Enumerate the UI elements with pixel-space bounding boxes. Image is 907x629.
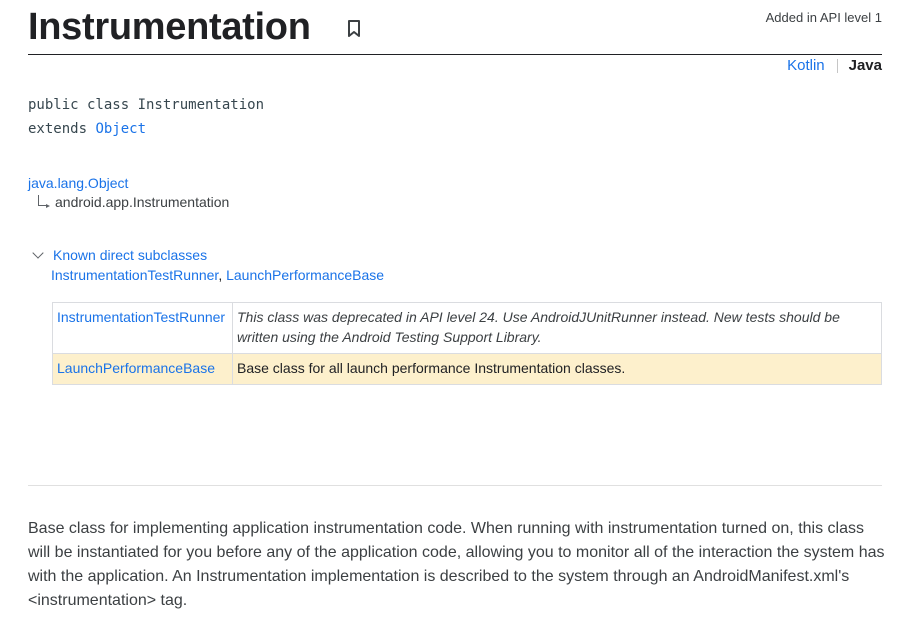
chevron-down-icon bbox=[32, 247, 44, 259]
table-row: LaunchPerformanceBase Base class for all… bbox=[52, 353, 882, 385]
tab-kotlin[interactable]: Kotlin bbox=[787, 57, 825, 74]
object-link[interactable]: Object bbox=[95, 121, 146, 137]
tab-java[interactable]: Java bbox=[849, 57, 882, 74]
hierarchy-child: android.app.Instrumentation bbox=[38, 194, 229, 210]
subclasses-table: InstrumentationTestRunner This class was… bbox=[52, 302, 882, 385]
known-subclasses-toggle[interactable]: Known direct subclasses bbox=[32, 247, 207, 263]
subclass-name-link[interactable]: LaunchPerformanceBase bbox=[57, 360, 215, 376]
page-title: Instrumentation bbox=[28, 6, 311, 48]
subclass-arrow-icon bbox=[38, 194, 50, 208]
extends-declaration: extends Object bbox=[28, 121, 146, 137]
class-description: Base class for implementing application … bbox=[28, 520, 885, 609]
table-cell-description: This class was deprecated in API level 2… bbox=[232, 302, 882, 354]
table-cell-name: InstrumentationTestRunner bbox=[52, 302, 233, 354]
table-cell-description: Base class for all launch performance In… bbox=[232, 353, 882, 385]
language-switcher: Kotlin Java bbox=[787, 57, 882, 74]
page-header: Instrumentation Added in API level 1 bbox=[28, 0, 882, 55]
api-level-label: Added in API level 1 bbox=[765, 10, 882, 25]
hierarchy-parent-link[interactable]: java.lang.Object bbox=[28, 175, 128, 191]
deprecation-text: This class was deprecated in API level 2… bbox=[237, 309, 531, 325]
section-divider bbox=[28, 485, 882, 486]
bookmark-icon[interactable] bbox=[346, 19, 362, 39]
extends-keyword: extends bbox=[28, 121, 96, 137]
class-declaration: public class Instrumentation bbox=[28, 97, 265, 113]
androidjunitrunner-link[interactable]: AndroidJUnitRunner bbox=[531, 309, 657, 325]
subclass-link[interactable]: InstrumentationTestRunner bbox=[51, 267, 218, 283]
deprecation-text: . bbox=[537, 329, 542, 345]
subclass-name-link[interactable]: InstrumentationTestRunner bbox=[57, 309, 225, 325]
testing-support-library-link[interactable]: Android Testing Support Library bbox=[342, 329, 537, 345]
table-row: InstrumentationTestRunner This class was… bbox=[52, 302, 882, 354]
subclass-link-list: InstrumentationTestRunner, LaunchPerform… bbox=[51, 267, 384, 283]
known-subclasses-label[interactable]: Known direct subclasses bbox=[53, 247, 207, 263]
subclass-separator: , bbox=[218, 267, 227, 283]
language-separator bbox=[836, 58, 838, 73]
table-cell-name: LaunchPerformanceBase bbox=[52, 353, 233, 385]
subclass-link[interactable]: LaunchPerformanceBase bbox=[226, 267, 384, 283]
hierarchy-child-label: android.app.Instrumentation bbox=[55, 194, 230, 210]
